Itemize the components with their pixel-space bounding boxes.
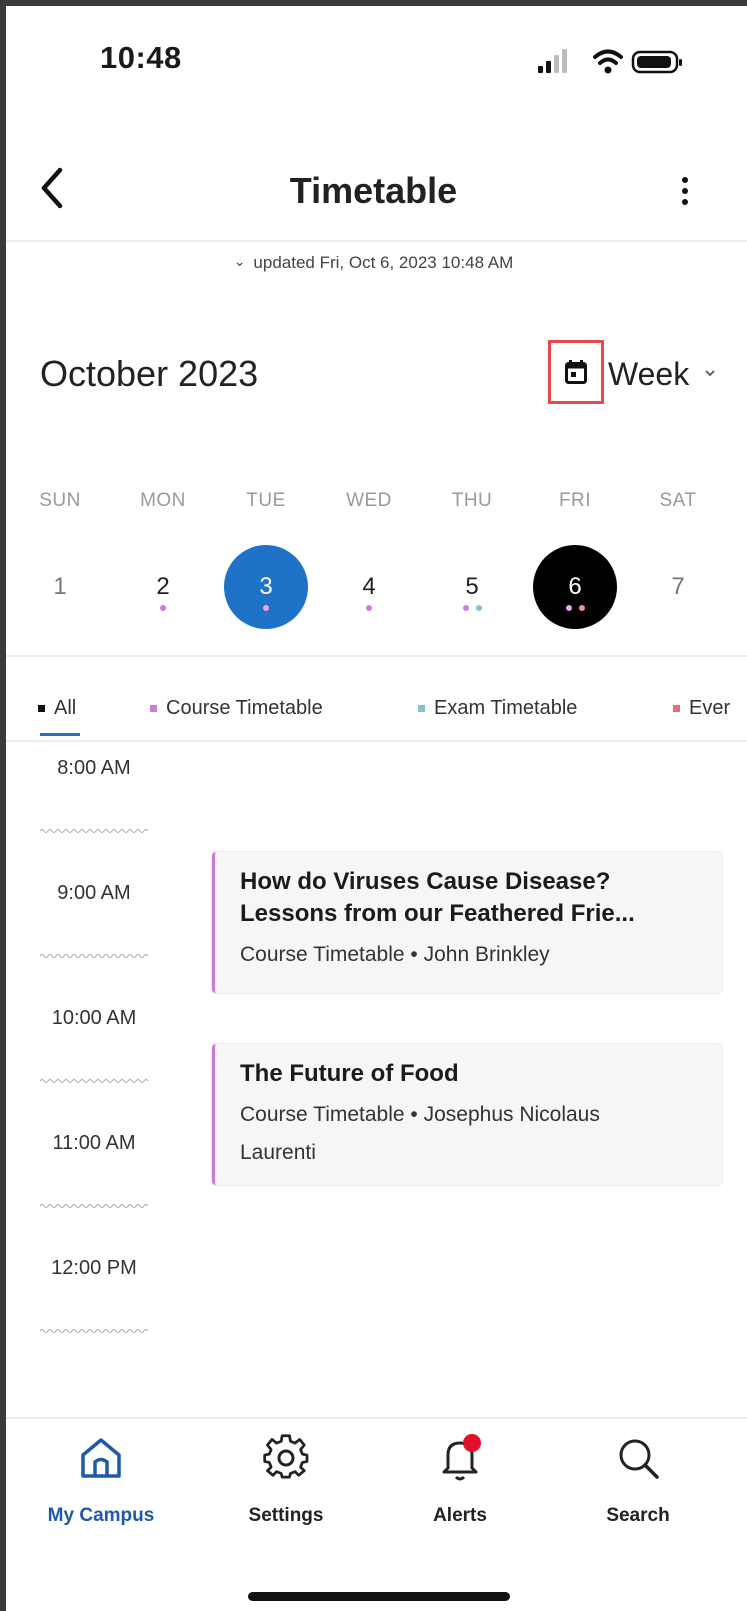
half-hour-marker <box>40 1329 149 1333</box>
course-dot <box>263 605 269 611</box>
nav-label: Alerts <box>433 1505 487 1526</box>
half-hour-marker <box>40 954 149 958</box>
filter-label: Ever <box>689 697 731 719</box>
nav-my-campus[interactable]: My Campus <box>26 1433 176 1527</box>
bell-icon <box>442 1434 481 1481</box>
notification-badge <box>463 1434 481 1452</box>
calendar-picker-button[interactable] <box>548 340 604 404</box>
course-dot <box>565 605 572 611</box>
half-hour-marker <box>40 829 149 833</box>
filter-tab-course[interactable]: Course Timetable <box>150 697 323 720</box>
nav-alerts[interactable]: Alerts <box>385 1433 535 1527</box>
legend-swatch <box>150 705 157 712</box>
event-title-line2: Lessons from our Feathered Frie... <box>240 900 635 927</box>
filter-tab-events[interactable]: Ever <box>673 697 730 720</box>
nav-divider <box>6 1417 747 1419</box>
home-indicator[interactable] <box>248 1592 510 1601</box>
event-dots <box>327 605 411 613</box>
time-label: 8:00 AM <box>57 757 131 779</box>
time-label: 9:00 AM <box>57 882 131 904</box>
event-card[interactable]: The Future of Food Course Timetable • Jo… <box>212 1044 722 1185</box>
dow-sat: SAT <box>659 490 697 511</box>
date-cell-selected[interactable]: 6 <box>533 545 617 629</box>
active-tab-indicator <box>40 733 80 736</box>
event-subtitle-line2: Laurenti <box>240 1141 316 1164</box>
more-options-icon[interactable] <box>676 176 694 206</box>
event-title: How do Viruses Cause Disease? <box>240 868 611 895</box>
battery-icon <box>631 50 682 74</box>
chevron-down-icon: ⌄ <box>233 253 246 269</box>
date-cell[interactable]: 5 <box>430 545 514 629</box>
dow-mon: MON <box>140 490 186 511</box>
nav-search[interactable]: Search <box>563 1433 713 1527</box>
filter-label: All <box>54 697 77 719</box>
dow-fri: FRI <box>558 490 592 511</box>
nav-label: My Campus <box>47 1505 155 1526</box>
date-cell[interactable]: 4 <box>327 545 411 629</box>
dow-tue: TUE <box>246 490 286 511</box>
event-dot <box>578 605 585 611</box>
legend-swatch <box>673 705 680 712</box>
calendar-icon <box>565 360 587 384</box>
date-cell-today[interactable]: 3 <box>224 545 308 629</box>
status-time: 10:48 <box>100 40 182 75</box>
date-cell[interactable]: 2 <box>121 545 205 629</box>
legend-swatch <box>418 705 425 712</box>
event-dots <box>121 605 205 613</box>
time-label: 12:00 PM <box>51 1257 137 1279</box>
filter-label: Exam Timetable <box>434 697 578 719</box>
week-divider <box>6 655 747 657</box>
course-dot <box>366 605 372 611</box>
last-updated[interactable]: ⌄ updated Fri, Oct 6, 2023 10:48 AM <box>0 253 747 273</box>
signal-icon <box>538 49 567 73</box>
time-label: 11:00 AM <box>52 1132 136 1154</box>
event-title: The Future of Food <box>240 1060 459 1087</box>
dow-thu: THU <box>451 490 493 511</box>
filter-divider <box>6 740 747 742</box>
view-mode-dropdown[interactable]: Week <box>608 356 689 393</box>
course-dot <box>462 605 469 611</box>
updated-text: updated Fri, Oct 6, 2023 10:48 AM <box>253 253 514 272</box>
nav-label: Settings <box>248 1505 324 1526</box>
chevron-down-icon[interactable] <box>703 366 717 380</box>
half-hour-marker <box>40 1204 149 1208</box>
date-cell[interactable]: 7 <box>636 545 720 629</box>
nav-settings[interactable]: Settings <box>211 1433 361 1527</box>
dow-wed: WED <box>346 490 392 511</box>
search-icon <box>619 1439 659 1479</box>
time-label: 10:00 AM <box>51 1007 137 1029</box>
half-hour-marker <box>40 1079 149 1083</box>
nav-label: Search <box>606 1505 670 1526</box>
filter-tab-all[interactable]: All <box>38 697 76 720</box>
gear-icon <box>263 1434 309 1479</box>
dow-sun: SUN <box>39 490 81 511</box>
event-dots <box>430 605 514 613</box>
filter-label: Course Timetable <box>166 697 323 719</box>
page-title: Timetable <box>289 170 458 211</box>
event-subtitle: Course Timetable • John Brinkley <box>240 943 550 966</box>
header-divider <box>6 240 747 242</box>
event-dots <box>533 605 617 613</box>
event-dots <box>224 605 308 613</box>
event-card[interactable]: How do Viruses Cause Disease? Lessons fr… <box>212 852 722 993</box>
month-label: October 2023 <box>40 353 259 394</box>
status-icons <box>538 49 682 74</box>
event-subtitle: Course Timetable • Josephus Nicolaus <box>240 1103 600 1126</box>
filter-tab-exam[interactable]: Exam Timetable <box>418 697 577 720</box>
wifi-icon <box>593 49 623 74</box>
legend-swatch <box>38 705 45 712</box>
course-dot <box>160 605 166 611</box>
date-cell[interactable]: 1 <box>18 545 102 629</box>
home-icon <box>81 1438 121 1478</box>
exam-dot <box>475 605 482 611</box>
